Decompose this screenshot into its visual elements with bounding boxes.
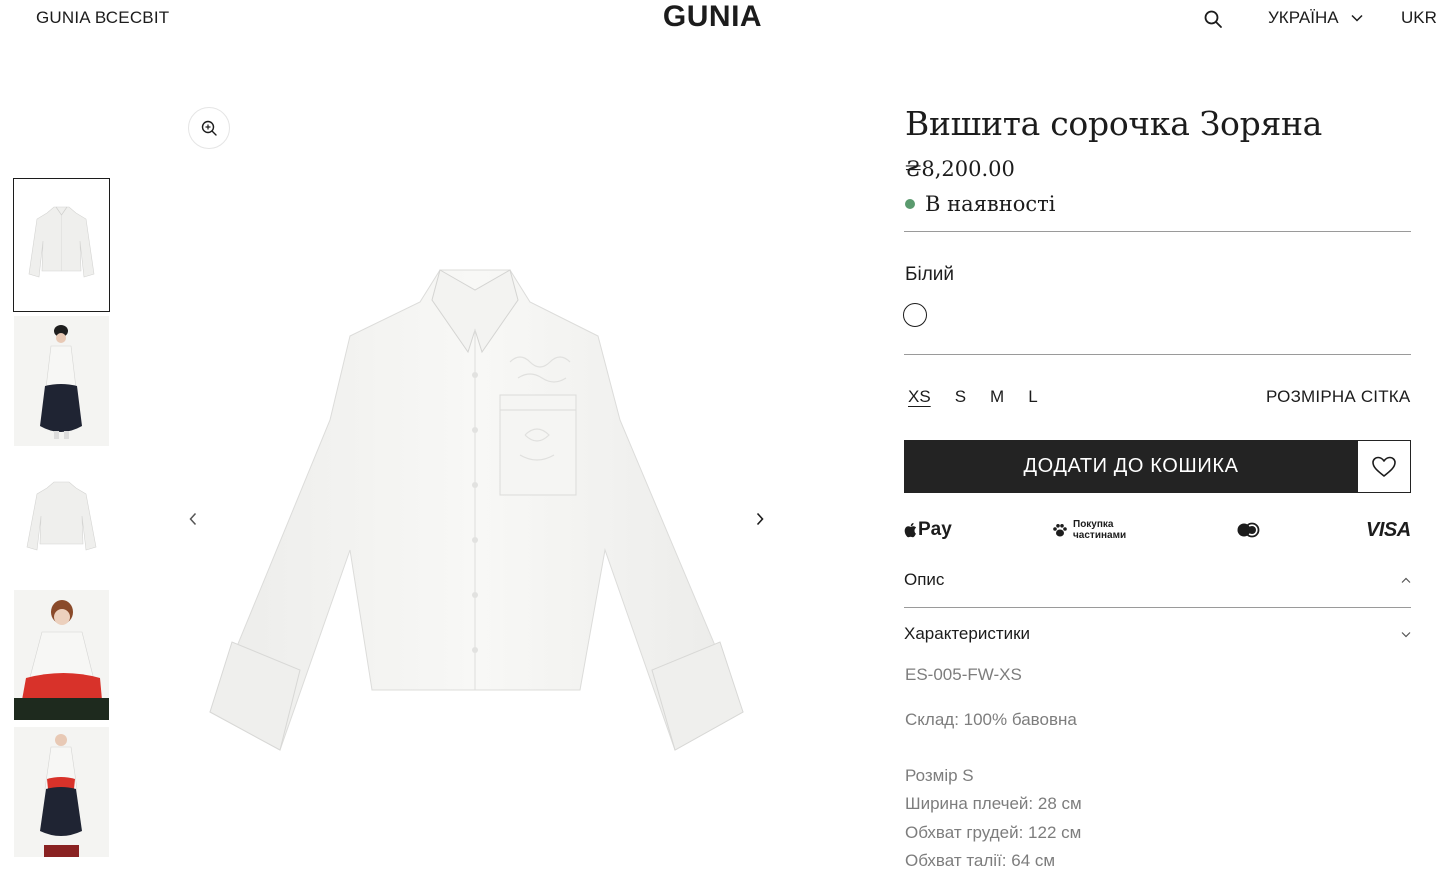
zoom-in-icon <box>201 120 217 136</box>
add-to-cart-button[interactable]: ДОДАТИ ДО КОШИКА <box>904 440 1358 493</box>
stock-status-label: В наявності <box>925 192 1056 216</box>
size-info-shoulder: Ширина плечей: 28 см <box>905 794 1082 813</box>
size-info-waist: Обхват талії: 64 см <box>905 851 1056 870</box>
language-selector[interactable]: UKR <box>1401 8 1437 28</box>
product-sku: ES-005-FW-XS <box>905 665 1022 684</box>
size-selector: XS S M L <box>908 387 1062 409</box>
visa-logo: VISA <box>1366 518 1411 541</box>
chevron-down-icon <box>1351 14 1363 22</box>
paw-icon <box>1053 524 1067 537</box>
shirt-back-thumbnail[interactable] <box>14 452 109 582</box>
country-label: УКРАЇНА <box>1268 8 1339 27</box>
model-full-thumbnail[interactable] <box>14 316 109 446</box>
heart-icon <box>1372 456 1396 477</box>
mastercard-icon <box>1237 522 1260 538</box>
chevron-up-icon <box>1401 577 1411 583</box>
pay-in-parts-logo: Покупка частинами <box>1052 516 1126 544</box>
zoom-button[interactable] <box>188 107 230 149</box>
size-info-title: Розмір S <box>905 766 974 785</box>
product-price: ₴8,200.00 <box>905 157 1015 181</box>
apple-pay-label: Pay <box>918 519 952 540</box>
wishlist-button[interactable] <box>1357 440 1411 493</box>
pay-in-parts-line1: Покупка <box>1073 519 1114 530</box>
accordion-characteristics[interactable]: Характеристики <box>904 624 1411 644</box>
apple-pay-logo: Pay <box>904 516 952 544</box>
accordion-characteristics-label: Характеристики <box>904 624 1031 643</box>
chevron-down-icon <box>1401 631 1411 637</box>
mastercard-logo <box>1236 516 1260 544</box>
accordion-description-label: Опис <box>904 570 945 589</box>
product-title: Вишита сорочка Зоряна <box>905 104 1323 143</box>
size-option-xs[interactable]: XS <box>908 387 931 409</box>
divider <box>904 354 1411 355</box>
chevron-left-icon <box>189 512 197 526</box>
model-full-red-thumbnail[interactable] <box>14 727 109 857</box>
divider <box>904 607 1411 608</box>
pay-in-parts-line2: частинами <box>1073 530 1127 541</box>
color-swatch-white[interactable] <box>903 303 927 327</box>
chevron-right-icon <box>756 512 764 526</box>
size-chart-link[interactable]: РОЗМІРНА СІТКА <box>1266 387 1410 407</box>
country-selector[interactable]: УКРАЇНА <box>1268 8 1363 28</box>
in-stock-dot-icon <box>905 199 915 209</box>
stock-status: В наявності <box>905 192 1055 216</box>
shirt-front-thumbnail[interactable] <box>13 178 110 312</box>
product-composition: Склад: 100% бавовна <box>905 710 1077 729</box>
size-option-l[interactable]: L <box>1028 387 1037 409</box>
apple-icon <box>904 522 917 538</box>
size-info-chest: Обхват грудей: 122 см <box>905 823 1082 842</box>
accordion-description[interactable]: Опис <box>904 570 1411 590</box>
size-option-s[interactable]: S <box>955 387 966 409</box>
model-closeup-thumbnail[interactable] <box>14 590 109 720</box>
search-icon[interactable] <box>1202 8 1224 30</box>
product-main-image <box>200 250 755 760</box>
color-label: Білий <box>905 264 955 285</box>
size-option-m[interactable]: M <box>990 387 1004 409</box>
divider <box>904 231 1411 232</box>
